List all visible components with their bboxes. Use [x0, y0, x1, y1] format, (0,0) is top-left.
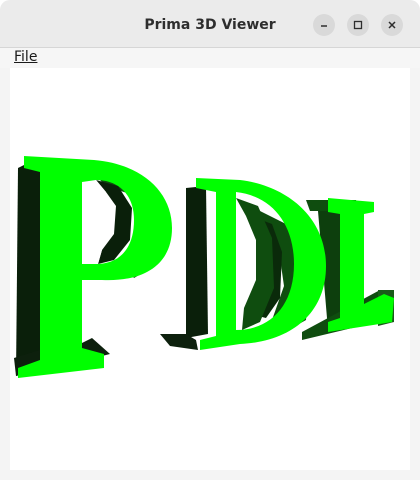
maximize-button[interactable]	[347, 14, 369, 36]
maximize-icon	[353, 20, 363, 30]
window-frame-left	[0, 68, 10, 480]
3d-viewport[interactable]	[10, 68, 410, 470]
app-window: Prima 3D Viewer File	[0, 0, 420, 480]
close-button[interactable]	[381, 14, 403, 36]
window-frame-bottom	[0, 470, 420, 480]
title-bar[interactable]: Prima 3D Viewer	[0, 0, 420, 48]
window-frame-right	[410, 68, 420, 480]
letter-d-3d	[160, 178, 326, 350]
minimize-button[interactable]	[313, 14, 335, 36]
close-icon	[388, 21, 396, 29]
menu-file-label: File	[14, 49, 38, 65]
letter-p-3d	[14, 156, 172, 378]
menu-bar: File	[0, 48, 420, 68]
minimize-icon	[321, 25, 327, 27]
menu-item-file[interactable]: File	[14, 48, 37, 68]
3d-text-render	[14, 156, 394, 378]
